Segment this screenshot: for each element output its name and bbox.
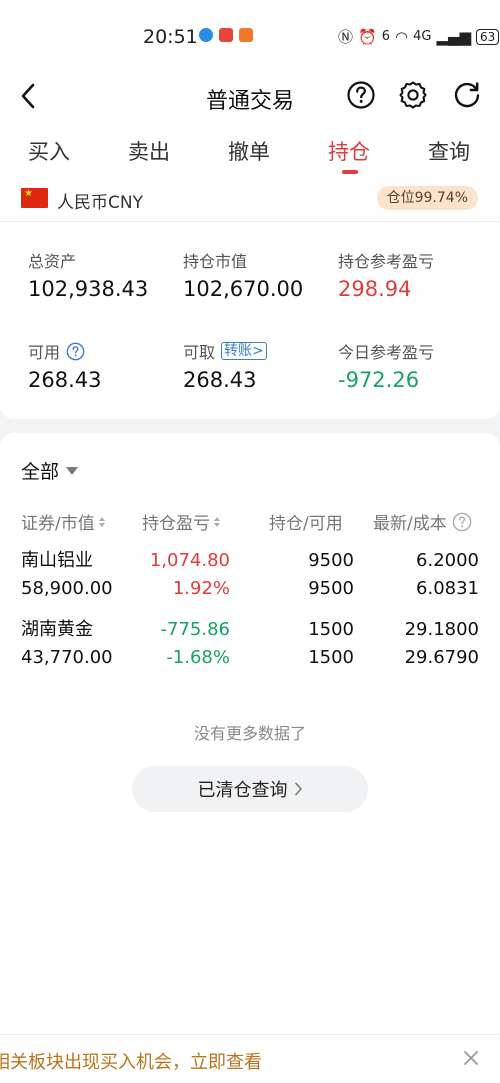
account-summary-card: 总资产 102,938.43 持仓市值 102,670.00 持仓参考盈亏 29… (0, 222, 500, 419)
stock-available: 1500 (308, 647, 354, 668)
market-value-cell: 持仓市值 102,670.00 (183, 249, 303, 301)
stock-available: 9500 (308, 578, 354, 599)
filter-label: 全部 (21, 461, 60, 483)
total-assets-cell: 总资产 102,938.43 (28, 249, 148, 301)
holdings-card: 全部 证券/市值 持仓盈亏 持仓/可用 最新/成本 南山铝业 58,900.00… (0, 433, 500, 1034)
cleared-positions-label: 已清仓查询 (197, 780, 288, 801)
refresh-icon (454, 82, 480, 108)
stock-pnl-pct: 1.92% (172, 578, 230, 599)
today-pnl-label: 今日参考盈亏 (338, 343, 435, 362)
transfer-link[interactable]: 转账> (221, 342, 267, 360)
app-notification-icon (219, 28, 233, 42)
column-header-pnl-label: 持仓盈亏 (142, 514, 210, 534)
network-type: 4G (413, 29, 432, 44)
tab-buy[interactable]: 买入 (28, 136, 70, 166)
position-pnl-cell: 持仓参考盈亏 298.94 (338, 249, 434, 301)
active-tab-indicator (342, 170, 358, 174)
holdings-filter-dropdown[interactable]: 全部 (21, 457, 79, 484)
total-assets-value: 102,938.43 (28, 277, 149, 301)
battery-icon: 63 (476, 28, 500, 45)
column-header-price-label: 最新/成本 (373, 514, 447, 534)
promo-banner-text: 相关板块出现买入机会，立即查看 (0, 1052, 262, 1073)
close-icon (464, 1051, 478, 1065)
app-notification-icon (199, 28, 213, 42)
wifi-icon: ◠ (394, 27, 409, 46)
stock-position: 9500 (308, 550, 354, 571)
column-header-price: 最新/成本 (373, 509, 472, 534)
currency-label: 人民币CNY (57, 193, 143, 213)
column-header-security[interactable]: 证券/市值 (21, 509, 105, 534)
status-indicators: Ⓝ ⏰ 6 ◠ 4G ▂▄▆ 63 (338, 26, 500, 47)
trade-tabs: 买入 卖出 撤单 持仓 查询 (0, 124, 500, 180)
withdrawable-label: 可取 (183, 343, 216, 362)
stock-name: 南山铝业 (21, 550, 93, 571)
stock-name: 湖南黄金 (21, 619, 93, 640)
stock-latest-price: 29.1800 (404, 619, 479, 640)
stock-market-value: 43,770.00 (21, 647, 113, 668)
status-time: 20:51 (143, 26, 198, 48)
close-banner-button[interactable] (460, 1047, 482, 1069)
tab-positions[interactable]: 持仓 (328, 136, 370, 166)
position-pnl-value: 298.94 (338, 277, 412, 301)
stock-position: 1500 (308, 619, 354, 640)
gear-icon (399, 81, 427, 109)
status-app-icons (199, 28, 253, 42)
available-cell: 可用 268.43 (28, 340, 101, 392)
column-header-pnl[interactable]: 持仓盈亏 (142, 509, 220, 534)
tab-query[interactable]: 查询 (428, 136, 470, 166)
total-assets-label: 总资产 (28, 252, 77, 271)
tab-cancel-order[interactable]: 撤单 (228, 136, 270, 166)
stock-latest-price: 6.2000 (416, 550, 479, 571)
question-circle-icon[interactable] (66, 342, 85, 361)
promo-banner[interactable]: 相关板块出现买入机会，立即查看 (0, 1034, 500, 1083)
refresh-button[interactable] (452, 80, 482, 110)
column-header-quantity: 持仓/可用 (269, 514, 343, 534)
available-label: 可用 (28, 343, 61, 362)
sort-icon (214, 516, 220, 527)
today-pnl-cell: 今日参考盈亏 -972.26 (338, 340, 434, 392)
question-circle-icon[interactable] (452, 512, 472, 532)
withdrawable-cell: 可取 转账> 268.43 (183, 340, 267, 392)
position-ratio-badge: 仓位99.74% (376, 186, 478, 210)
settings-button[interactable] (398, 80, 428, 110)
chevron-right-icon (294, 782, 302, 796)
available-value: 268.43 (28, 368, 102, 392)
caret-down-icon (66, 466, 79, 475)
holding-row[interactable]: 湖南黄金 43,770.00 -775.86 -1.68% 1500 1500 … (0, 619, 500, 675)
stock-cost-price: 29.6790 (404, 647, 479, 668)
stock-pnl: -775.86 (160, 619, 230, 640)
column-header-security-label: 证券/市值 (21, 514, 95, 534)
tab-sell[interactable]: 卖出 (128, 136, 170, 166)
app-notification-icon (239, 28, 253, 42)
cleared-positions-button[interactable]: 已清仓查询 (132, 766, 368, 812)
help-button[interactable] (346, 80, 376, 110)
end-of-list-text: 没有更多数据了 (193, 724, 306, 743)
status-bar: 20:51 Ⓝ ⏰ 6 ◠ 4G ▂▄▆ 63 (0, 0, 500, 72)
market-value-value: 102,670.00 (183, 277, 304, 301)
available-label-row: 可用 (28, 340, 101, 362)
cell-signal-icon: ▂▄▆ (436, 27, 472, 46)
stock-pnl: 1,074.80 (149, 550, 230, 571)
currency-bar: ★ 人民币CNY 仓位99.74% (0, 180, 500, 222)
alarm-icon: ⏰ (358, 27, 377, 46)
market-value-label: 持仓市值 (183, 252, 248, 271)
today-pnl-value: -972.26 (338, 368, 420, 392)
question-circle-icon (347, 81, 375, 109)
wifi-signal-label: 6 (381, 29, 390, 44)
stock-market-value: 58,900.00 (21, 578, 113, 599)
withdrawable-label-row: 可取 转账> (183, 340, 267, 362)
nav-header: 普通交易 (0, 72, 500, 124)
position-pnl-label: 持仓参考盈亏 (338, 252, 435, 271)
nfc-icon: Ⓝ (338, 28, 354, 46)
withdrawable-value: 268.43 (183, 368, 257, 392)
stock-cost-price: 6.0831 (416, 578, 479, 599)
sort-icon (98, 516, 105, 527)
holding-row[interactable]: 南山铝业 58,900.00 1,074.80 1.92% 9500 9500 … (0, 550, 500, 606)
china-flag-icon: ★ (21, 188, 48, 208)
stock-pnl-pct: -1.68% (166, 647, 230, 668)
